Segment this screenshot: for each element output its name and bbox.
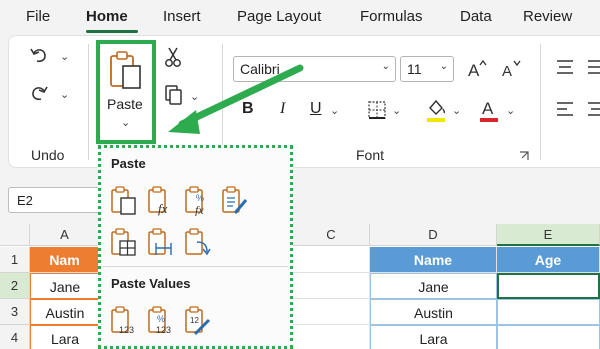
active-tab-indicator [86,30,138,33]
select-all-corner[interactable] [0,224,30,246]
paste-icon [110,51,141,89]
paste-formulas-icon[interactable]: fx [146,186,176,216]
svg-text:fx: fx [158,201,168,216]
svg-text:fx: fx [195,203,204,216]
cell-a3[interactable]: Austin [30,299,100,325]
middle-align-icon[interactable] [586,58,600,76]
underline-dropdown-icon[interactable]: ⌄ [330,104,339,117]
font-name-dropdown-icon[interactable]: ⌄ [382,61,390,72]
paste-values-section-heading: Paste Values [111,276,191,291]
svg-text:A: A [502,63,512,80]
paste-dropdown-icon[interactable]: ⌄ [121,116,130,129]
cell-e1[interactable]: Age [497,247,600,273]
tab-insert[interactable]: Insert [163,8,201,25]
undo-group-label: Undo [31,147,65,163]
column-header-c[interactable]: C [293,224,370,246]
menu-bar: File Home Insert Page Layout Formulas Da… [0,0,600,34]
redo-dropdown-icon[interactable]: ⌄ [60,88,69,101]
svg-text:%: % [157,314,165,324]
row-header-4[interactable]: 4 [0,325,30,349]
svg-text:12: 12 [190,316,199,325]
cell-c4[interactable] [293,325,370,349]
tab-home[interactable]: Home [86,8,128,25]
column-header-a[interactable]: A [30,224,100,246]
svg-text:A: A [482,99,494,118]
svg-text:A: A [468,61,480,80]
values-number-formatting-icon[interactable]: % 123 [146,306,176,336]
cell-c3[interactable] [293,299,370,325]
values-source-formatting-icon[interactable]: 12 [183,306,213,336]
font-size-dropdown-icon[interactable]: ⌄ [440,61,448,72]
name-box-value: E2 [17,193,33,208]
underline-button[interactable]: U [310,100,322,118]
worksheet-grid: A C D E 1 2 3 4 Nam Jane Austin Lara Nam… [0,224,600,349]
ribbon-separator [88,44,89,160]
paste-label: Paste [107,96,143,112]
align-left-icon[interactable] [555,100,575,118]
cell-d4[interactable]: Lara [370,325,497,349]
fill-color-icon[interactable] [425,97,447,123]
undo-dropdown-icon[interactable]: ⌄ [60,50,69,63]
cell-a4[interactable]: Lara [30,325,100,349]
cell-d3[interactable]: Austin [370,299,497,325]
column-header-d[interactable]: D [370,224,497,246]
annotation-arrow-icon [168,64,304,134]
keep-source-column-widths-icon[interactable] [146,228,176,258]
font-dialog-launcher-icon[interactable] [518,150,530,162]
svg-text:123: 123 [156,325,171,335]
cell-d1[interactable]: Name [370,247,497,273]
cell-d2[interactable]: Jane [370,273,497,299]
cell-c1[interactable] [293,247,370,273]
cell-e4[interactable] [497,325,600,349]
cell-e3[interactable] [497,299,600,325]
cell-e2-selected[interactable] [497,273,600,299]
no-borders-icon[interactable] [109,228,139,258]
cell-c2[interactable] [293,273,370,299]
font-group-label: Font [356,147,385,163]
font-color-dropdown-icon[interactable]: ⌄ [506,104,515,117]
tab-review[interactable]: Review [523,8,572,25]
menu-separator [103,266,288,267]
tab-file[interactable]: File [26,8,50,25]
row-header-3[interactable]: 3 [0,299,30,325]
borders-icon[interactable] [367,100,387,120]
increase-font-size-icon[interactable]: A [466,58,488,80]
paste-button[interactable]: Paste ⌄ [100,44,152,140]
cell-a1[interactable]: Nam [30,247,100,273]
redo-icon[interactable] [28,82,50,104]
paste-options-menu: Paste fx % fx Paste Values 123 % 123 12 [98,145,293,349]
borders-dropdown-icon[interactable]: ⌄ [392,104,401,117]
center-align-icon[interactable] [586,100,600,118]
column-header-e[interactable]: E [497,224,600,246]
keep-source-formatting-icon[interactable] [220,186,250,216]
row-header-2[interactable]: 2 [0,273,30,299]
tab-page-layout[interactable]: Page Layout [237,8,321,25]
row-header-1[interactable]: 1 [0,247,30,273]
paste-icon[interactable] [109,186,139,216]
font-size-value: 11 [407,61,422,77]
cell-a2[interactable]: Jane [30,273,100,299]
tab-data[interactable]: Data [460,8,492,25]
svg-text:%: % [196,193,204,203]
ribbon-separator [540,44,541,160]
svg-text:123: 123 [119,325,134,335]
excel-window: File Home Insert Page Layout Formulas Da… [0,0,600,349]
tab-formulas[interactable]: Formulas [360,8,423,25]
fill-color-dropdown-icon[interactable]: ⌄ [452,104,461,117]
paste-section-heading: Paste [111,156,146,171]
paste-values-icon[interactable]: 123 [109,306,139,336]
paste-formulas-number-formatting-icon[interactable]: % fx [183,186,213,216]
transpose-icon[interactable] [183,228,213,258]
align-top-icon[interactable] [555,58,575,76]
decrease-font-size-icon[interactable]: A [500,58,522,80]
font-color-icon[interactable]: A [478,97,500,123]
undo-icon[interactable] [28,44,50,66]
font-size-combobox[interactable]: 11 ⌄ [400,56,454,82]
